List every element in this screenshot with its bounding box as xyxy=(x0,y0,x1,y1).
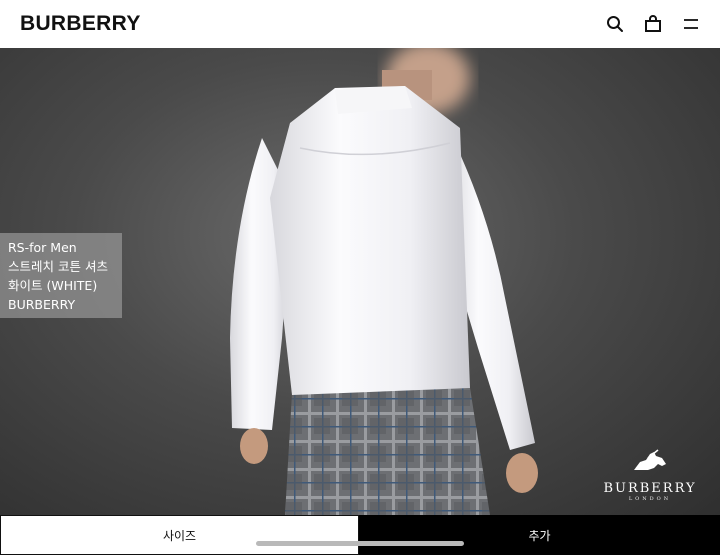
search-icon[interactable] xyxy=(606,15,624,33)
brand-logo[interactable]: BURBERRY xyxy=(20,12,141,36)
logo-subtext: LONDON xyxy=(628,496,672,502)
size-button[interactable]: 사이즈 xyxy=(0,515,359,555)
product-caption: RS-for Men 스트레치 코튼 셔츠 화이트 (WHITE) BURBER… xyxy=(0,233,122,318)
logo-wordmark: BURBERRY xyxy=(603,481,697,496)
action-bar: 사이즈 추가 xyxy=(0,515,720,555)
knight-icon xyxy=(634,449,666,470)
caption-line-1: RS-for Men xyxy=(8,240,77,255)
caption-line-4: BURBERRY xyxy=(8,297,76,312)
add-to-cart-button[interactable]: 추가 xyxy=(359,515,720,555)
product-hero-image: RS-for Men 스트레치 코튼 셔츠 화이트 (WHITE) BURBER… xyxy=(0,48,720,515)
bag-icon[interactable] xyxy=(644,15,662,33)
caption-line-2: 스트레치 코튼 셔츠 xyxy=(8,259,108,274)
header-icons xyxy=(606,15,700,33)
burberry-equestrian-logo: BURBERRY LONDON xyxy=(588,448,712,504)
menu-icon[interactable] xyxy=(682,15,700,33)
caption-line-3: 화이트 (WHITE) xyxy=(8,278,98,293)
top-header: BURBERRY xyxy=(0,0,720,48)
home-indicator[interactable] xyxy=(256,541,464,546)
